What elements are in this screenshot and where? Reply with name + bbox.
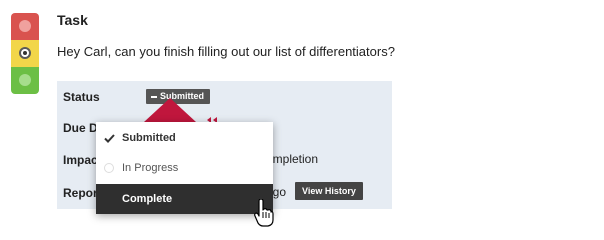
status-label: Status bbox=[63, 90, 100, 104]
menu-item-label: Complete bbox=[122, 193, 173, 205]
menu-item-in-progress[interactable]: In Progress bbox=[96, 153, 273, 183]
view-history-button[interactable]: View History bbox=[295, 182, 363, 200]
menu-item-complete[interactable]: Complete bbox=[96, 184, 273, 214]
menu-item-label: In Progress bbox=[122, 162, 179, 174]
task-message: Hey Carl, can you finish filling out our… bbox=[57, 44, 395, 59]
status-yellow-option[interactable] bbox=[11, 40, 39, 67]
status-red-option[interactable] bbox=[11, 13, 39, 40]
task-title: Task bbox=[57, 12, 88, 28]
checkmark-icon bbox=[96, 133, 122, 143]
red-triangle-marker bbox=[144, 98, 196, 122]
red-radio-icon bbox=[19, 20, 31, 32]
hand-pointer-icon bbox=[254, 199, 274, 227]
status-dropdown-menu: Submitted In Progress Complete bbox=[96, 122, 273, 214]
status-green-option[interactable] bbox=[11, 67, 39, 94]
status-traffic-light bbox=[11, 13, 39, 94]
green-radio-icon bbox=[19, 74, 31, 86]
menu-item-label: Submitted bbox=[122, 132, 176, 144]
menu-item-submitted[interactable]: Submitted bbox=[96, 123, 273, 153]
yellow-radio-selected-icon bbox=[19, 47, 31, 59]
impact-value: ompletion bbox=[266, 152, 319, 166]
circle-icon bbox=[104, 163, 114, 173]
